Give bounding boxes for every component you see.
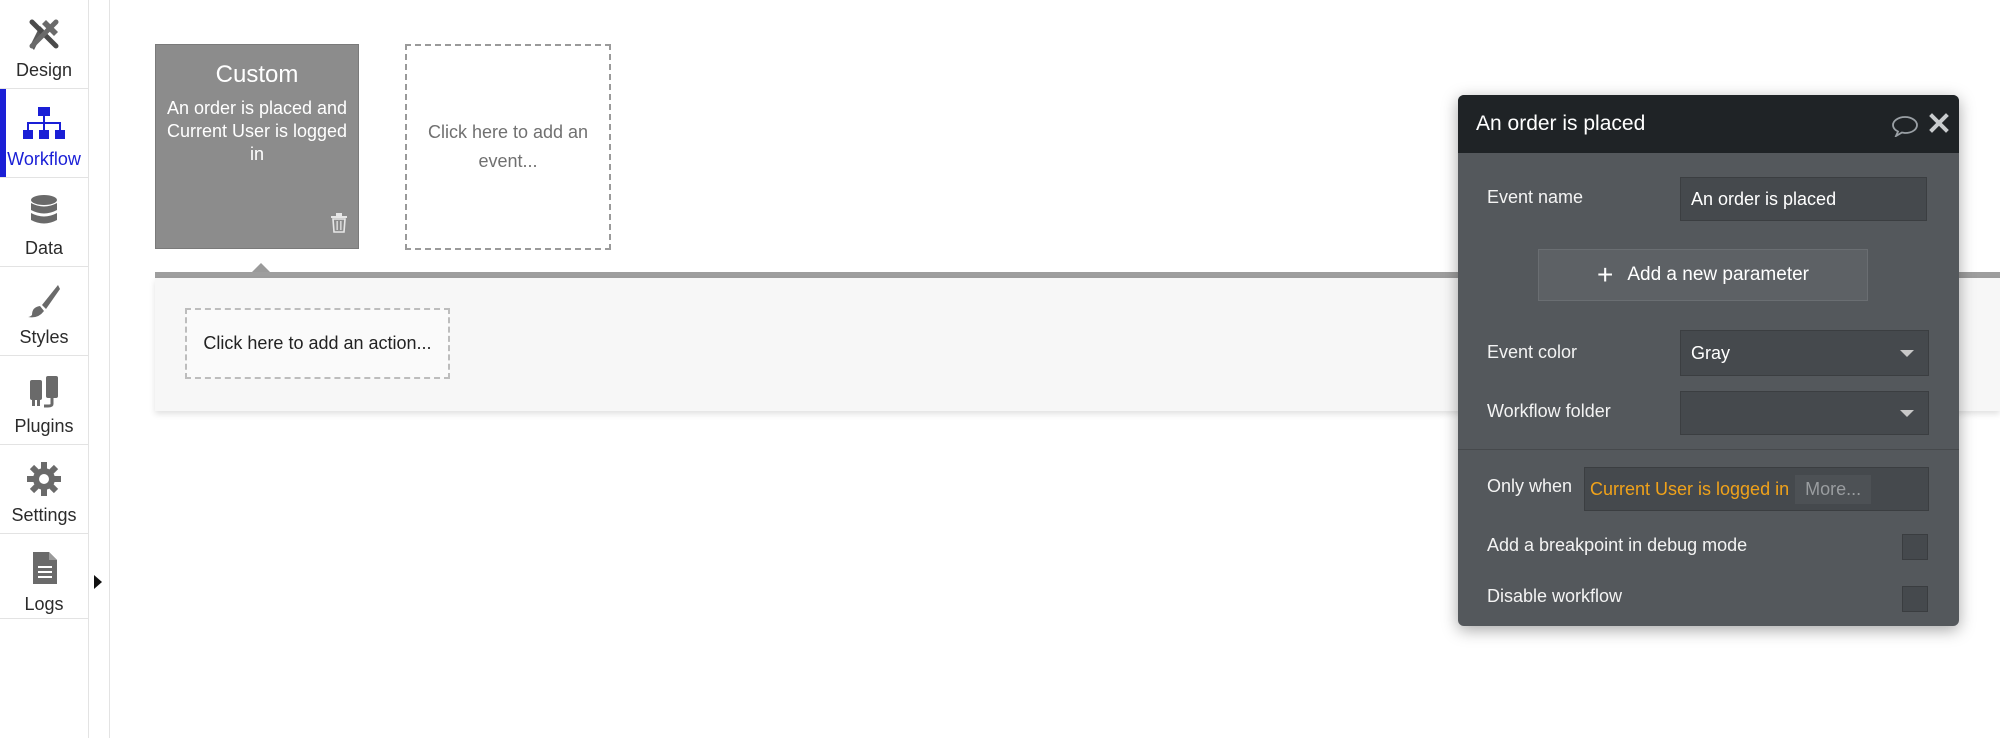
add-action-button[interactable]: Click here to add an action... — [185, 308, 450, 379]
more-button[interactable]: More... — [1795, 474, 1872, 504]
panel-header: An order is placed — [1458, 95, 1959, 153]
add-parameter-button[interactable]: + Add a new parameter — [1538, 249, 1868, 301]
nav-label: Logs — [24, 594, 64, 614]
plus-icon: + — [1596, 259, 1614, 290]
chevron-down-icon — [1900, 410, 1914, 417]
close-icon[interactable] — [1929, 113, 1949, 138]
expand-panel-arrow-icon[interactable] — [94, 575, 102, 589]
comment-icon[interactable] — [1891, 115, 1919, 142]
event-name-label: Event name — [1487, 187, 1584, 207]
nav-item-design[interactable]: Design — [0, 0, 88, 88]
nav-label: Settings — [11, 505, 77, 525]
event-property-editor: An order is placed Event name An order i… — [1458, 95, 1959, 626]
panel-title: An order is placed — [1476, 112, 1646, 135]
nav-label: Workflow — [7, 149, 81, 169]
event-card-description: An order is placed and Current User is l… — [166, 98, 348, 164]
add-event-label: Click here to add an event... — [427, 122, 589, 171]
nav-divider — [0, 618, 88, 619]
nav-item-settings[interactable]: Settings — [0, 445, 88, 533]
left-navigation: Design Workflow Data Styles Plugins Sett… — [0, 0, 89, 738]
only-when-label: Only when — [1487, 476, 1573, 496]
chevron-down-icon — [1900, 350, 1914, 357]
add-parameter-label: Add a new parameter — [1627, 264, 1810, 285]
design-icon — [26, 14, 62, 54]
add-event-button[interactable]: Click here to add an event... — [405, 44, 611, 250]
event-name-field[interactable]: An order is placed — [1680, 177, 1927, 221]
disable-workflow-label: Disable workflow — [1487, 586, 1623, 606]
nav-item-workflow[interactable]: Workflow — [0, 89, 88, 177]
nav-label: Plugins — [14, 416, 74, 436]
only-when-expression[interactable]: Current User is logged in More... — [1584, 467, 1929, 511]
workflow-folder-dropdown[interactable] — [1680, 391, 1929, 435]
nav-item-styles[interactable]: Styles — [0, 267, 88, 355]
brush-icon — [26, 281, 62, 321]
document-icon — [29, 548, 59, 588]
breakpoint-label: Add a breakpoint in debug mode — [1487, 535, 1748, 555]
workflow-icon — [23, 103, 65, 143]
nav-item-logs[interactable]: Logs — [0, 534, 88, 622]
gear-icon — [26, 459, 62, 499]
nav-label: Design — [15, 60, 73, 80]
only-when-condition[interactable]: Current User is logged in — [1590, 479, 1789, 500]
disable-workflow-checkbox[interactable] — [1902, 586, 1928, 612]
trash-icon[interactable] — [330, 213, 348, 238]
database-icon — [29, 192, 59, 232]
breakpoint-checkbox[interactable] — [1902, 534, 1928, 560]
event-name-value: An order is placed — [1691, 188, 1837, 209]
nav-label: Styles — [19, 327, 69, 347]
panel-divider — [1458, 449, 1959, 450]
nav-item-plugins[interactable]: Plugins — [0, 356, 88, 444]
nav-label: Data — [24, 238, 64, 258]
nav-item-data[interactable]: Data — [0, 178, 88, 266]
event-color-dropdown[interactable]: Gray — [1680, 330, 1929, 376]
add-action-label: Click here to add an action... — [203, 333, 432, 353]
plug-icon — [26, 370, 62, 410]
event-card-custom[interactable]: Custom An order is placed and Current Us… — [155, 44, 359, 249]
event-color-value: Gray — [1691, 342, 1731, 363]
panel-divider — [109, 0, 110, 738]
workflow-folder-label: Workflow folder — [1487, 401, 1611, 421]
event-color-label: Event color — [1487, 342, 1578, 362]
event-card-title: Custom — [215, 61, 299, 88]
